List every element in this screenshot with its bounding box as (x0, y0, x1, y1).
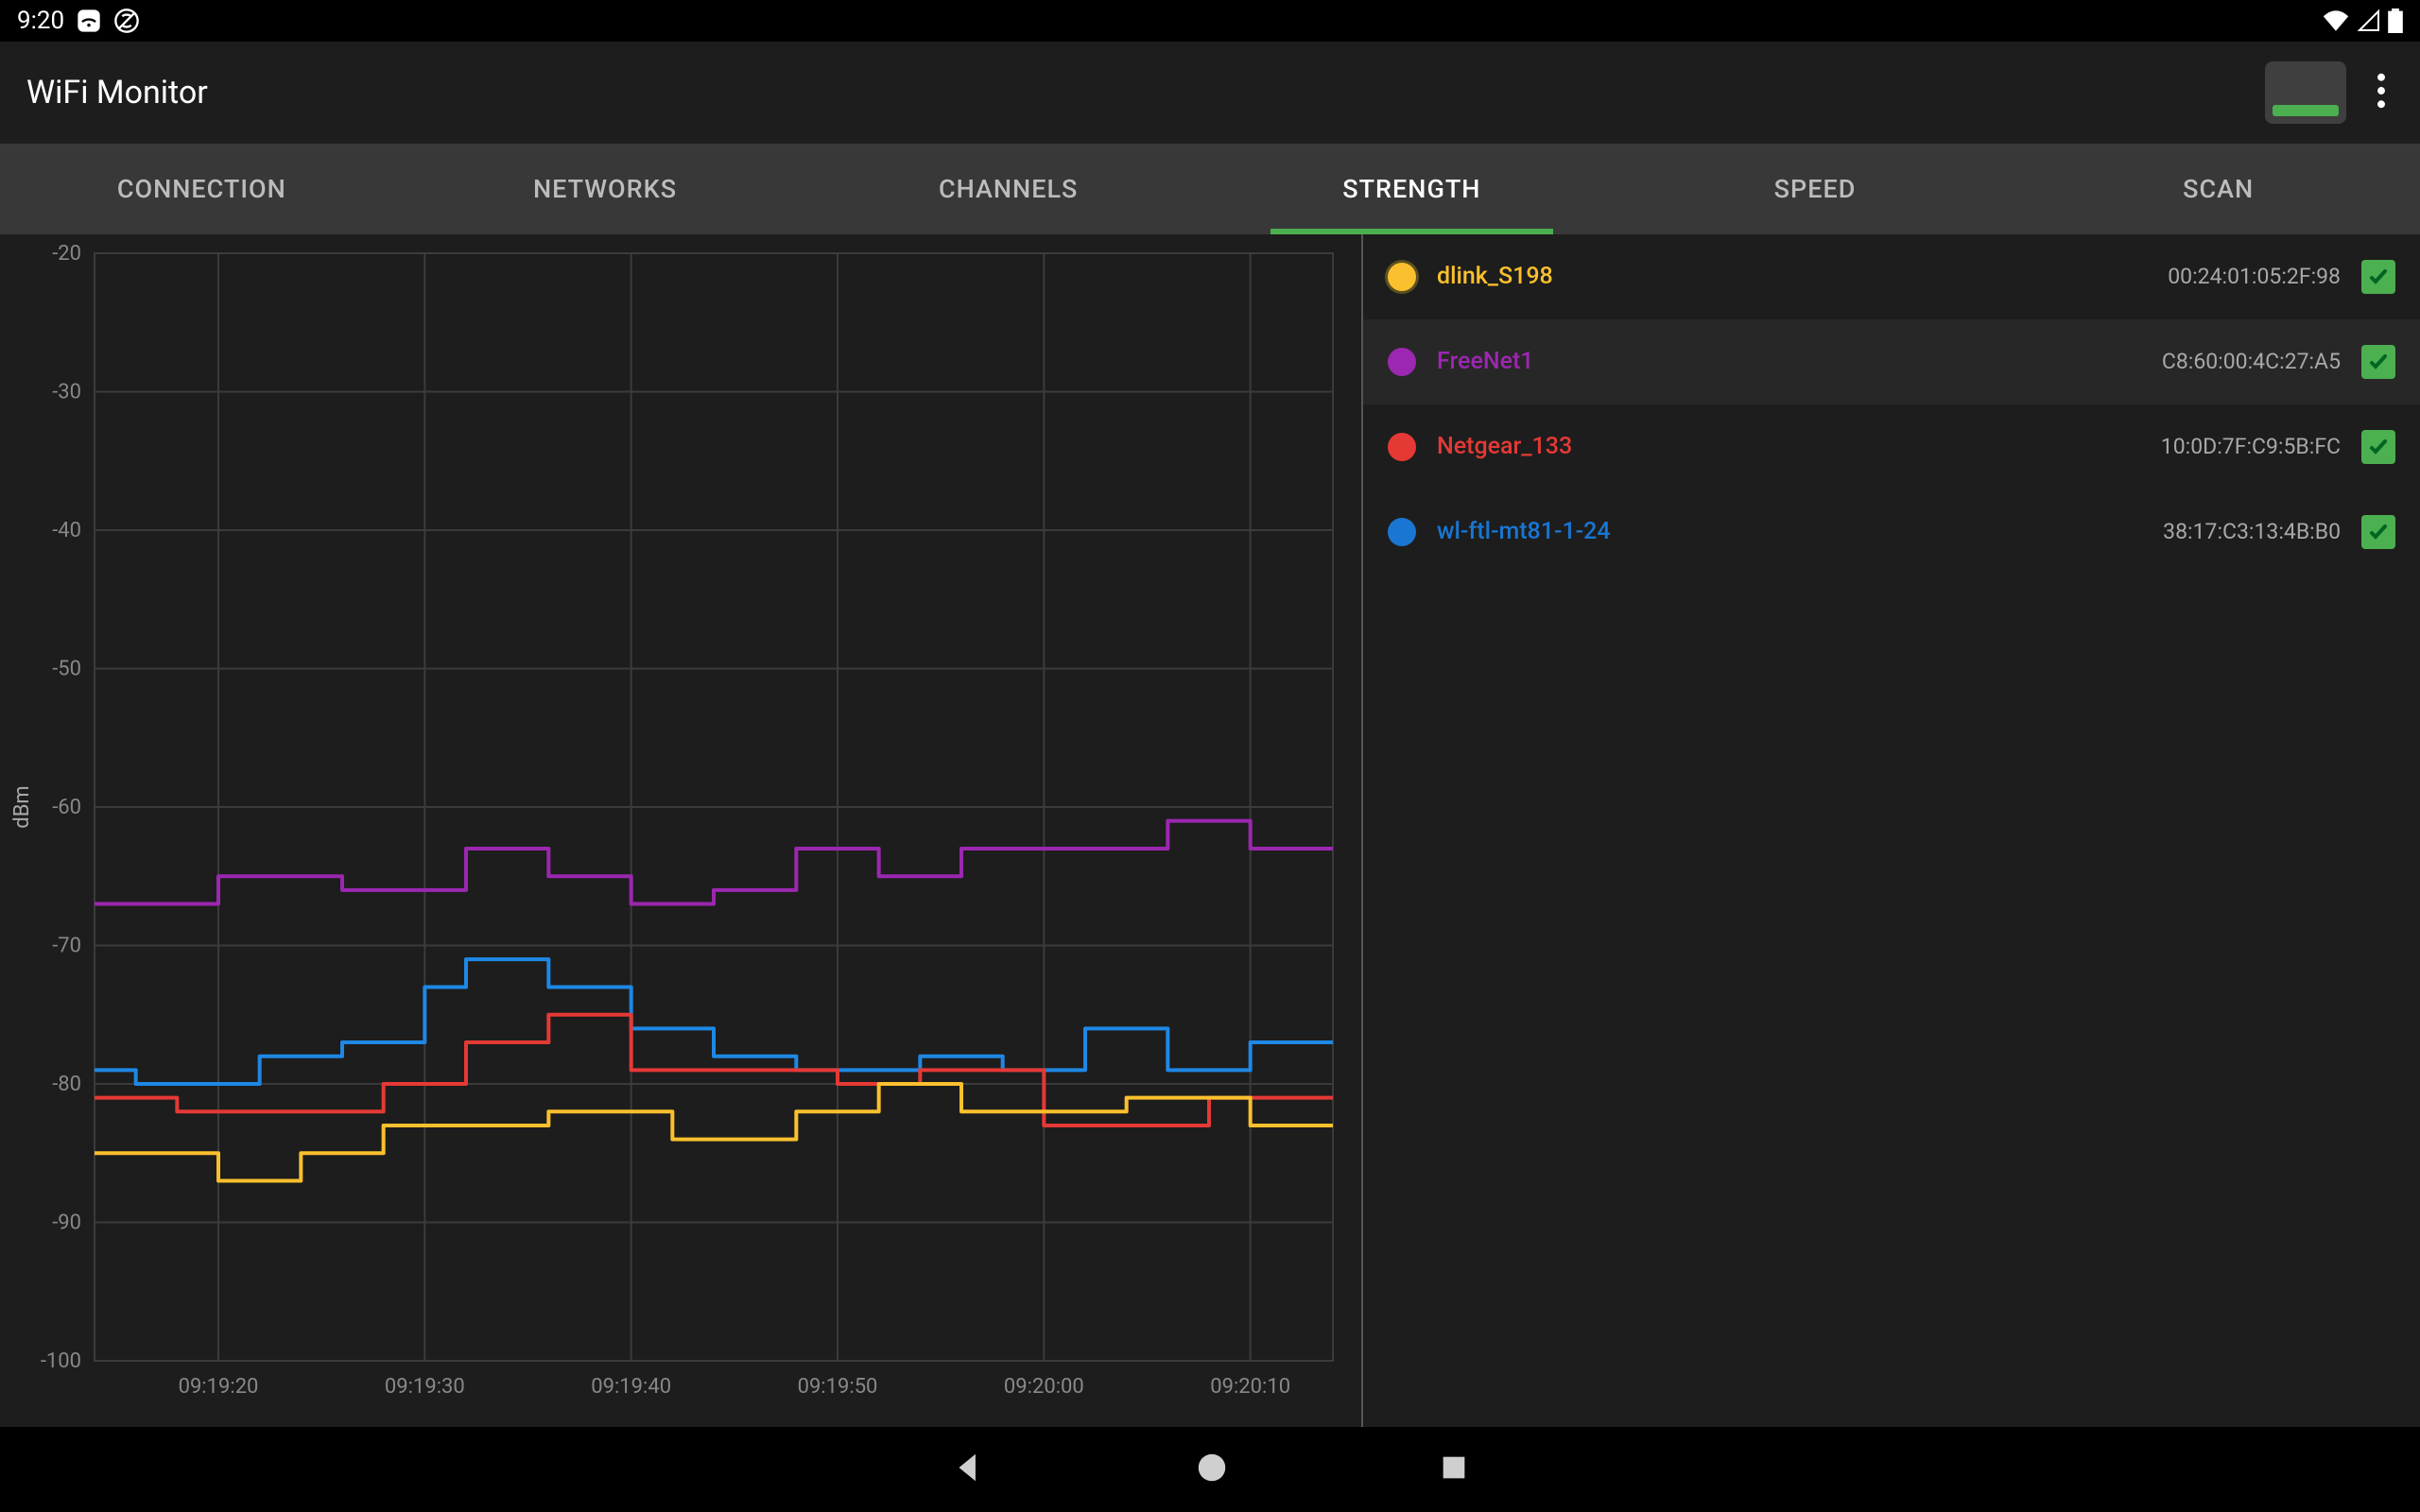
network-color-dot (1388, 518, 1416, 546)
network-mac: C8:60:00:4C:27:A5 (2162, 349, 2341, 374)
cell-signal-icon (2358, 9, 2380, 32)
nav-back-button[interactable] (950, 1450, 986, 1489)
tab-bar: CONNECTIONNETWORKSCHANNELSSTRENGTHSPEEDS… (0, 144, 2420, 234)
tab-speed[interactable]: SPEED (1614, 144, 2017, 234)
network-mac: 38:17:C3:13:4B:B0 (2163, 519, 2341, 544)
nav-recent-button[interactable] (1438, 1452, 1470, 1487)
network-row[interactable]: wl-ftl-mt81-1-24 38:17:C3:13:4B:B0 (1363, 490, 2420, 575)
network-list: dlink_S198 00:24:01:05:2F:98 FreeNet1 C8:60… (1361, 234, 2420, 1427)
network-visibility-checkbox[interactable] (2361, 260, 2395, 294)
tab-connection[interactable]: CONNECTION (0, 144, 404, 234)
network-color-dot (1388, 433, 1416, 461)
network-name: wl-ftl-mt81-1-24 (1437, 518, 2142, 545)
svg-text:-50: -50 (52, 658, 81, 681)
svg-text:-80: -80 (52, 1073, 81, 1096)
network-visibility-checkbox[interactable] (2361, 515, 2395, 549)
network-row[interactable]: Netgear_133 10:0D:7F:C9:5B:FC (1363, 404, 2420, 490)
nav-home-button[interactable] (1194, 1450, 1230, 1489)
network-mac: 00:24:01:05:2F:98 (2168, 264, 2341, 289)
network-name: Netgear_133 (1437, 433, 2140, 460)
tab-channels[interactable]: CHANNELS (806, 144, 1210, 234)
svg-text:09:20:10: 09:20:10 (1210, 1375, 1290, 1399)
svg-text:-20: -20 (52, 242, 81, 266)
network-row[interactable]: FreeNet1 C8:60:00:4C:27:A5 (1363, 319, 2420, 404)
battery-icon (2388, 9, 2403, 33)
svg-text:-30: -30 (52, 381, 81, 404)
network-name: FreeNet1 (1437, 348, 2141, 375)
network-color-dot (1388, 348, 1416, 376)
status-bar: 9:20 (0, 0, 2420, 42)
tab-strength[interactable]: STRENGTH (1210, 144, 1614, 234)
wifi-level-button[interactable] (2265, 61, 2346, 124)
network-visibility-checkbox[interactable] (2361, 430, 2395, 464)
app-bar: WiFi Monitor (0, 42, 2420, 144)
tab-scan[interactable]: SCAN (2016, 144, 2420, 234)
svg-text:dBm: dBm (10, 785, 34, 828)
network-mac: 10:0D:7F:C9:5B:FC (2161, 434, 2341, 459)
svg-text:-40: -40 (52, 519, 81, 542)
network-row[interactable]: dlink_S198 00:24:01:05:2F:98 (1363, 234, 2420, 319)
strength-chart: -20 -30 -40 -50 -60 -70 -80 -90 -100 09:19:20 09:1… (0, 234, 1361, 1427)
status-time: 9:20 (17, 7, 64, 35)
system-nav-bar (0, 1427, 2420, 1512)
signal-strength-chart: -20 -30 -40 -50 -60 -70 -80 -90 -100 09:19:20 09:1… (0, 234, 1361, 1427)
network-name: dlink_S198 (1437, 263, 2147, 290)
svg-text:09:19:20: 09:19:20 (179, 1375, 259, 1399)
svg-text:09:19:40: 09:19:40 (591, 1375, 671, 1399)
svg-text:-90: -90 (52, 1211, 81, 1235)
network-visibility-checkbox[interactable] (2361, 345, 2395, 379)
svg-text:-70: -70 (52, 935, 81, 958)
svg-text:09:20:00: 09:20:00 (1004, 1375, 1084, 1399)
svg-text:-100: -100 (41, 1349, 81, 1373)
tab-networks[interactable]: NETWORKS (404, 144, 807, 234)
overflow-menu-button[interactable] (2369, 65, 2394, 120)
wifi-settings-icon (76, 8, 102, 34)
svg-text:09:19:30: 09:19:30 (385, 1375, 465, 1399)
no-sync-icon (113, 8, 140, 34)
svg-text:-60: -60 (52, 796, 81, 819)
svg-text:09:19:50: 09:19:50 (798, 1375, 878, 1399)
network-color-dot (1388, 263, 1416, 291)
wifi-icon (2322, 9, 2350, 32)
content-area: -20 -30 -40 -50 -60 -70 -80 -90 -100 09:19:20 09:1… (0, 234, 2420, 1427)
app-title: WiFi Monitor (26, 74, 208, 112)
